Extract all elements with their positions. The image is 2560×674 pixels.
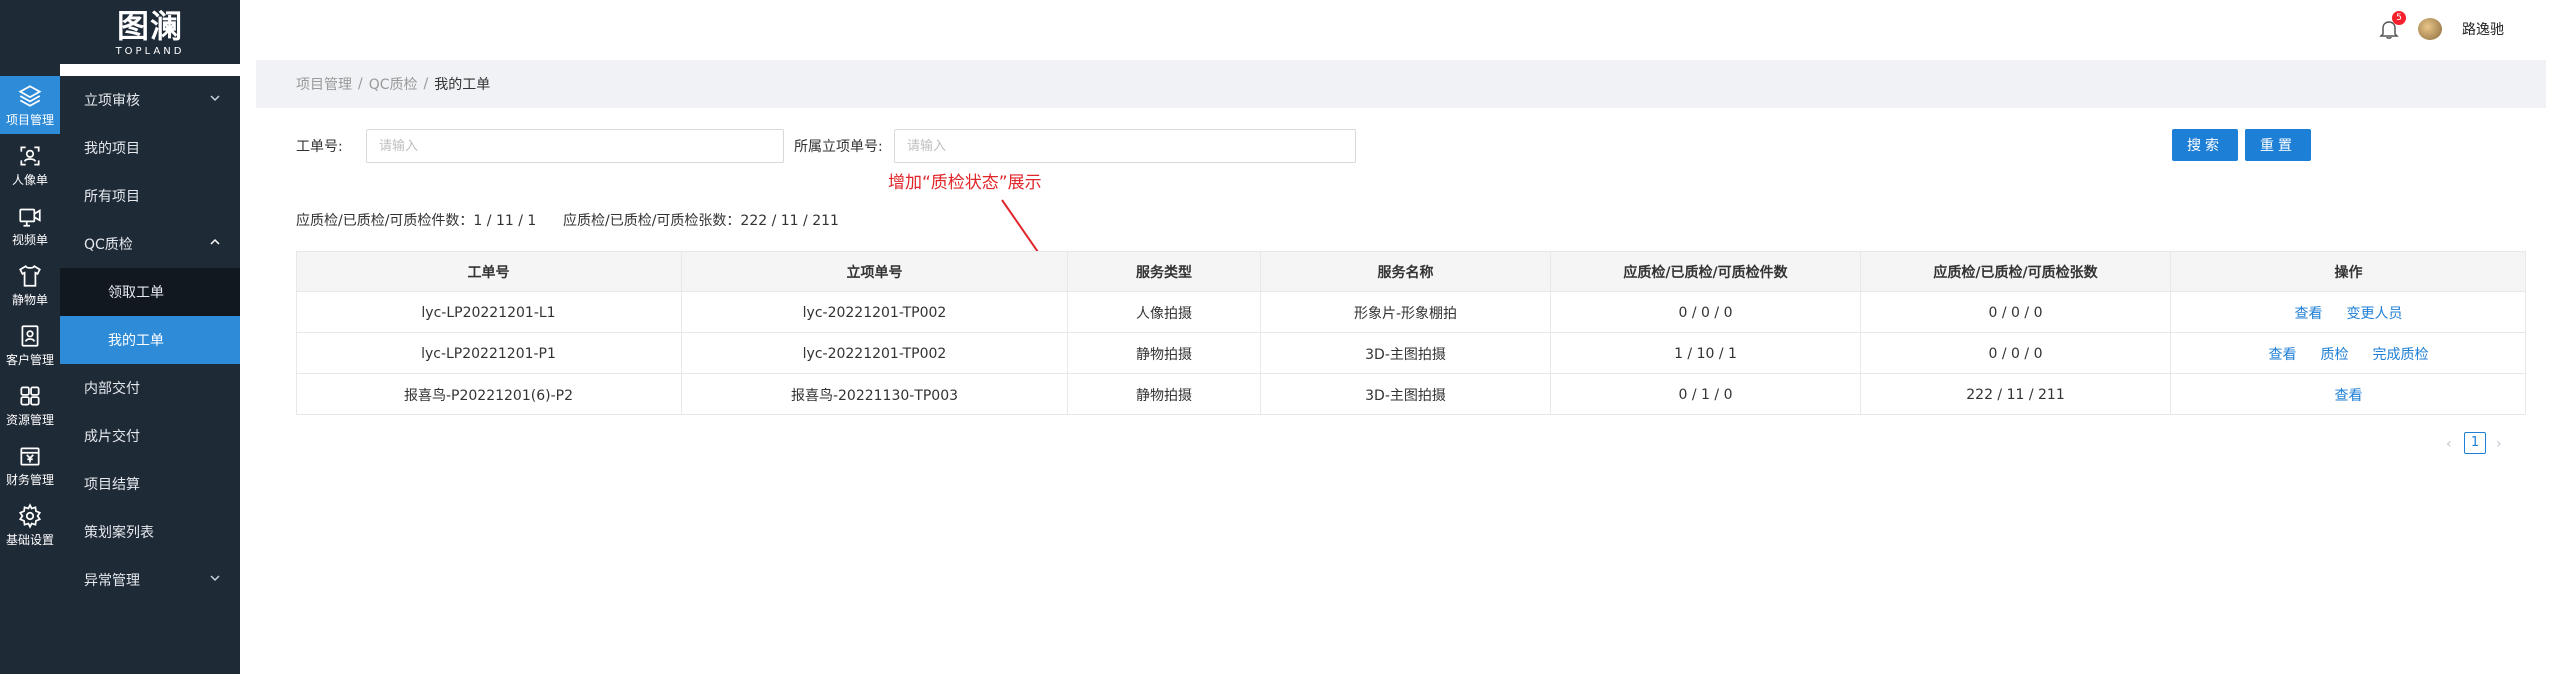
grid-icon <box>20 385 40 406</box>
menu-label: 项目结算 <box>84 477 140 493</box>
rail-item-video[interactable]: 视频单 <box>0 196 60 254</box>
search-button[interactable]: 搜索 <box>2172 129 2238 161</box>
stats-sheets: 应质检/已质检/可质检张数：222 / 11 / 211 <box>563 213 839 229</box>
video-icon <box>19 208 41 227</box>
menu-label: 立项审核 <box>84 93 140 109</box>
rail-item-resource[interactable]: 资源管理 <box>0 376 60 434</box>
menu-label: 所有项目 <box>84 189 140 205</box>
logo-subtitle: TOPLAND <box>115 45 185 57</box>
breadcrumb: 项目管理 / QC质检 / 我的工单 <box>256 60 2546 108</box>
rail-item-customer[interactable]: 客户管理 <box>0 316 60 374</box>
breadcrumb-current: 我的工单 <box>434 77 491 93</box>
menu-label: 我的项目 <box>84 141 140 157</box>
rail-item-finance[interactable]: 财务管理 <box>0 436 60 494</box>
yen-icon <box>20 447 40 466</box>
breadcrumb-separator: / <box>423 76 429 92</box>
menu-label: 内部交付 <box>84 381 140 397</box>
rail-item-portrait[interactable]: 人像单 <box>0 136 60 194</box>
order-no-label: 工单号: <box>296 139 343 155</box>
icon-rail: 项目管理 人像单 视频单 静物单 客户管理 资源管理 财务管理 基础设置 <box>0 0 60 674</box>
pagination-current-page[interactable]: 1 <box>2464 432 2486 454</box>
gear-icon <box>18 502 42 529</box>
menu-item-settlement[interactable]: 项目结算 <box>60 460 240 508</box>
username[interactable]: 路逸驰 <box>2462 19 2504 39</box>
chevron-down-icon <box>210 575 220 582</box>
menu-label: 策划案列表 <box>84 525 154 541</box>
rail-label: 人像单 <box>11 172 48 187</box>
table-border <box>296 251 2526 415</box>
breadcrumb-item[interactable]: 项目管理 <box>296 74 352 94</box>
layers-icon <box>18 84 42 107</box>
menu-item-claim-orders[interactable]: 领取工单 <box>60 268 240 316</box>
rail-item-still[interactable]: 静物单 <box>0 256 60 314</box>
breadcrumb-separator: / <box>358 76 363 92</box>
stats-items: 应质检/已质检/可质检件数：1 / 11 / 1 <box>296 213 537 229</box>
shirt-icon <box>19 264 41 287</box>
pagination-prev-button[interactable]: ‹ <box>2446 436 2452 452</box>
menu-item-all-projects[interactable]: 所有项目 <box>60 172 240 220</box>
rail-label: 基础设置 <box>5 532 54 547</box>
menu-item-internal-delivery[interactable]: 内部交付 <box>60 364 240 412</box>
logo-mark: 图澜 <box>116 6 183 45</box>
top-header <box>240 0 2560 60</box>
menu-item-qc[interactable]: QC质检 <box>60 220 240 268</box>
menu-item-plan-list[interactable]: 策划案列表 <box>60 508 240 556</box>
orders-table: 工单号 立项单号 服务类型 服务名称 应质检/已质检/可质检件数 应质检/已质检… <box>296 251 2526 415</box>
rail-label: 客户管理 <box>5 352 54 367</box>
menu-label: QC质检 <box>84 237 133 253</box>
menu-item-project-review[interactable]: 立项审核 <box>60 76 240 124</box>
avatar[interactable] <box>2418 18 2442 40</box>
chevron-up-icon <box>210 238 220 245</box>
breadcrumb-item[interactable]: QC质检 <box>369 74 418 94</box>
annotation-note: 增加“质检状态”展示 <box>888 173 1042 193</box>
rail-label: 视频单 <box>11 232 48 247</box>
menu-label: 我的工单 <box>108 333 164 349</box>
pagination-next-button[interactable]: › <box>2496 436 2502 452</box>
contact-icon <box>21 324 39 347</box>
notification-badge: 5 <box>2392 11 2406 25</box>
menu-item-my-projects[interactable]: 我的项目 <box>60 124 240 172</box>
order-no-input[interactable] <box>366 129 784 163</box>
chevron-down-icon <box>210 95 220 102</box>
menu-label: 成片交付 <box>84 429 140 445</box>
menu-item-final-delivery[interactable]: 成片交付 <box>60 412 240 460</box>
rail-item-project[interactable]: 项目管理 <box>0 76 60 134</box>
menu-label: 领取工单 <box>108 285 164 301</box>
project-no-label: 所属立项单号: <box>794 139 883 155</box>
face-scan-icon <box>20 145 40 166</box>
rail-label: 静物单 <box>11 292 48 307</box>
app-logo[interactable]: 图澜 TOPLAND <box>60 0 240 64</box>
menu-label: 异常管理 <box>84 573 140 589</box>
reset-button[interactable]: 重置 <box>2245 129 2311 161</box>
rail-item-settings[interactable]: 基础设置 <box>0 496 60 554</box>
sidebar-menu: 立项审核 我的项目 所有项目 QC质检 领取工单 我的工单 内部交付 成片交付 … <box>60 76 240 674</box>
menu-item-my-orders[interactable]: 我的工单 <box>60 316 240 364</box>
rail-label: 项目管理 <box>5 112 54 127</box>
rail-label: 财务管理 <box>5 472 54 487</box>
project-no-input[interactable] <box>894 129 1356 163</box>
menu-item-exceptions[interactable]: 异常管理 <box>60 556 240 604</box>
rail-label: 资源管理 <box>5 412 54 427</box>
